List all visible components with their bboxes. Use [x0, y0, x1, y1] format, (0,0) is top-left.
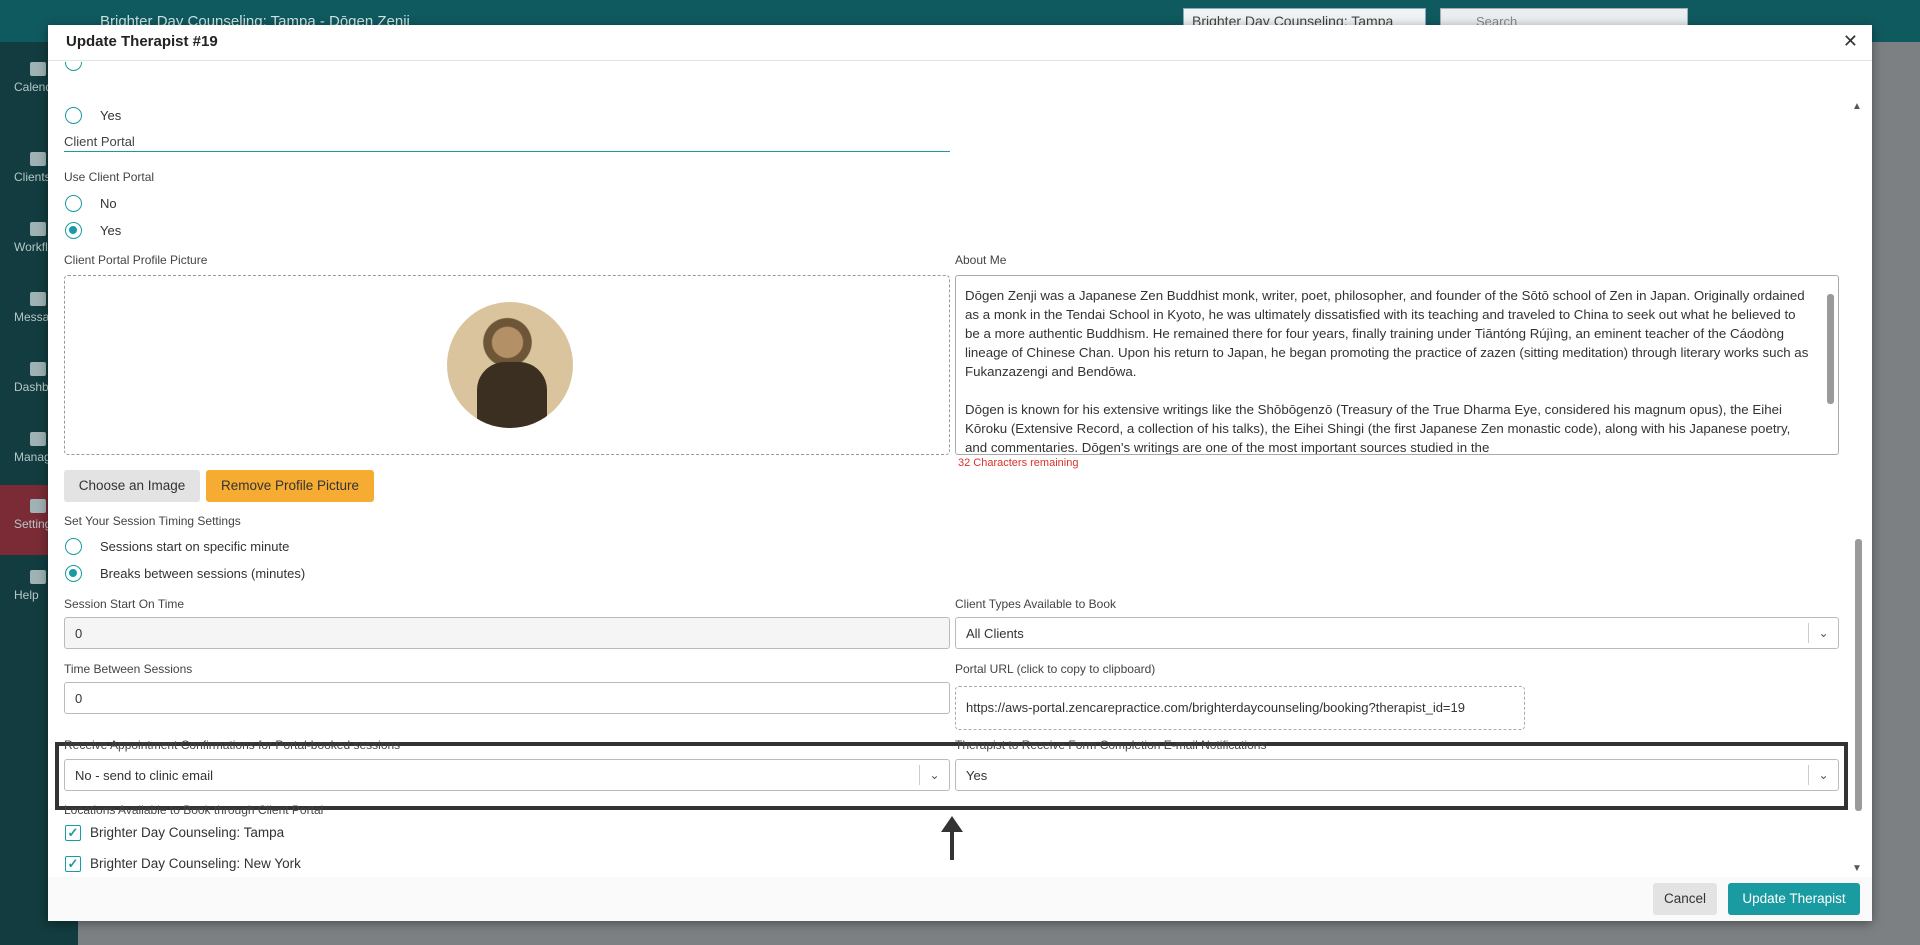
session-start-on-time-input[interactable]: 0 [64, 617, 950, 649]
breaks-between-sessions-radio[interactable] [65, 565, 82, 582]
location-label-tampa: Brighter Day Counseling: Tampa [90, 825, 285, 840]
form-completion-label: Therapist to Receive Form Completion E-m… [955, 738, 1267, 752]
portal-url-label: Portal URL (click to copy to clipboard) [955, 662, 1156, 676]
update-therapist-modal: Update Therapist #19 ✕ Yes Client Portal… [48, 25, 1872, 921]
help-icon [30, 570, 46, 584]
about-me-paragraph-1: Dōgen Zenji was a Japanese Zen Buddhist … [965, 288, 1809, 379]
about-me-textarea[interactable]: Dōgen Zenji was a Japanese Zen Buddhist … [955, 275, 1839, 455]
remove-profile-picture-button[interactable]: Remove Profile Picture [206, 470, 374, 502]
form-completion-select[interactable]: Yes ⌄ [955, 759, 1839, 791]
modal-title: Update Therapist #19 [66, 33, 218, 50]
chevron-down-icon: ⌄ [1808, 765, 1838, 785]
time-between-sessions-input[interactable]: 0 [64, 682, 950, 714]
textarea-scrollbar[interactable] [1824, 278, 1836, 452]
close-icon[interactable]: ✕ [1843, 31, 1858, 52]
session-start-on-time-label: Session Start On Time [64, 597, 185, 611]
modal-scrollbar[interactable]: ▲ ▼ [1850, 99, 1866, 877]
modal-header: Update Therapist #19 ✕ [48, 25, 1872, 61]
textarea-scroll-thumb[interactable] [1827, 294, 1834, 404]
chevron-down-icon: ⌄ [919, 765, 949, 785]
folder-icon [30, 222, 46, 236]
location-checkbox-new-york[interactable]: ✓ [65, 856, 81, 872]
sessions-start-specific-minute-label: Sessions start on specific minute [100, 539, 290, 554]
scroll-up-icon[interactable]: ▲ [1852, 101, 1862, 112]
use-client-portal-yes-label: Yes [100, 223, 122, 238]
client-types-select[interactable]: All Clients ⌄ [955, 617, 1839, 649]
breaks-between-sessions-label: Breaks between sessions (minutes) [100, 566, 306, 581]
gear-icon [30, 499, 46, 513]
chevron-down-icon: ⌄ [1808, 623, 1838, 643]
scroll-down-icon[interactable]: ▼ [1852, 863, 1862, 874]
locations-label: Locations Available to Book through Clie… [64, 803, 324, 817]
radio-yes-previous[interactable] [65, 107, 82, 124]
receive-confirmations-value: No - send to clinic email [75, 768, 213, 783]
choose-image-button[interactable]: Choose an Image [64, 470, 200, 502]
client-types-value: All Clients [966, 626, 1024, 641]
profile-picture [447, 302, 573, 428]
location-checkbox-tampa[interactable]: ✓ [65, 825, 81, 841]
message-icon [30, 292, 46, 306]
grid-icon [30, 432, 46, 446]
chars-remaining: 32 Characters remaining [958, 457, 1079, 469]
client-portal-heading: Client Portal [64, 134, 135, 149]
client-types-label: Client Types Available to Book [955, 597, 1116, 611]
receive-confirmations-select[interactable]: No - send to clinic email ⌄ [64, 759, 950, 791]
portal-url-copy[interactable]: https://aws-portal.zencarepractice.com/b… [955, 686, 1525, 730]
cancel-button[interactable]: Cancel [1653, 883, 1717, 915]
calendar-icon [30, 62, 46, 76]
radio-previous-option[interactable] [65, 62, 82, 71]
modal-scroll-thumb[interactable] [1855, 539, 1862, 811]
profile-picture-label: Client Portal Profile Picture [64, 253, 208, 267]
session-timing-label: Set Your Session Timing Settings [64, 514, 241, 528]
radio-yes-label: Yes [100, 108, 122, 123]
modal-body: Yes Client Portal Use Client Portal No Y… [48, 62, 1872, 877]
modal-footer: Cancel Update Therapist [48, 877, 1872, 921]
chart-icon [30, 362, 46, 376]
form-completion-value: Yes [966, 768, 988, 783]
pointer-arrow-shaft [950, 830, 954, 860]
section-divider [64, 151, 950, 152]
receive-confirmations-label: Receive Appointment Confirmations for Po… [64, 738, 401, 752]
about-me-label: About Me [955, 253, 1007, 267]
use-client-portal-label: Use Client Portal [64, 170, 155, 184]
location-label-new-york: Brighter Day Counseling: New York [90, 856, 301, 871]
use-client-portal-no-radio[interactable] [65, 195, 82, 212]
update-therapist-button[interactable]: Update Therapist [1728, 883, 1860, 915]
use-client-portal-yes-radio[interactable] [65, 222, 82, 239]
time-between-sessions-label: Time Between Sessions [64, 662, 193, 676]
about-me-paragraph-2: Dōgen is known for his extensive writing… [965, 402, 1791, 455]
use-client-portal-no-label: No [100, 196, 117, 211]
sessions-start-specific-minute-radio[interactable] [65, 538, 82, 555]
profile-picture-dropzone[interactable] [64, 275, 950, 455]
users-icon [30, 152, 46, 166]
